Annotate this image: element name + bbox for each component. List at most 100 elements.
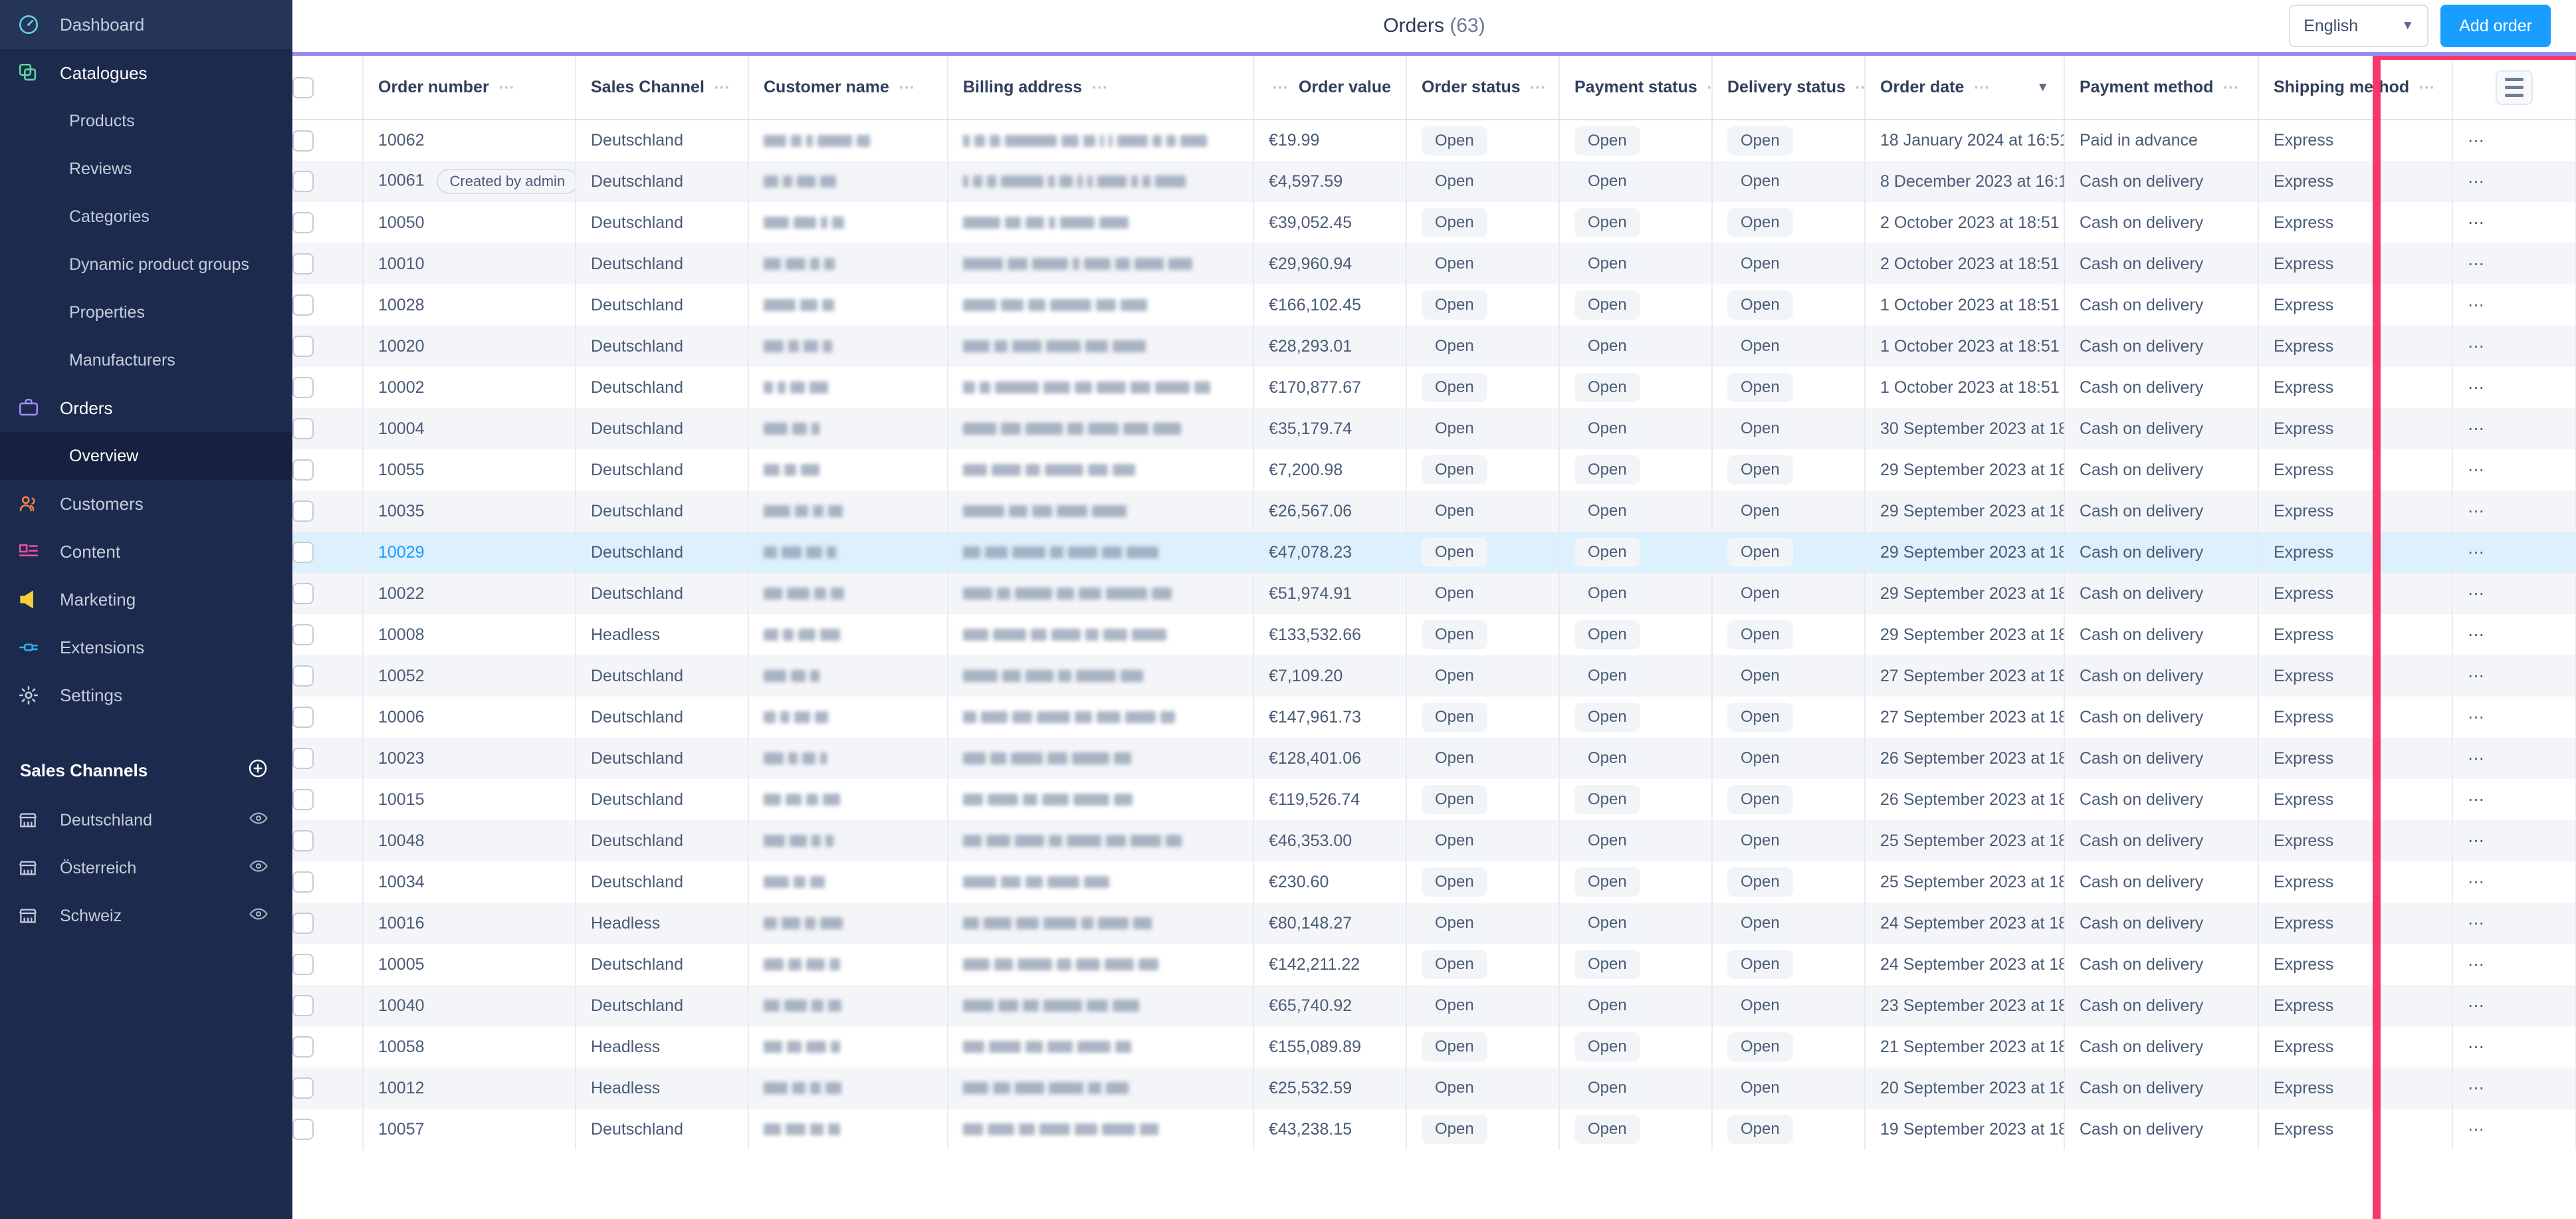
- cell-order-number[interactable]: 10012: [363, 1067, 576, 1109]
- table-row[interactable]: 10040 Deutschland €65,740.92 Open Open Open 23…: [292, 985, 2576, 1026]
- row-actions-button[interactable]: ⋯: [2452, 449, 2576, 491]
- table-row[interactable]: 10061 Created by admin Deutschland €4,597.5…: [292, 161, 2576, 202]
- row-checkbox[interactable]: [292, 871, 314, 893]
- ellipsis-icon[interactable]: ⋯: [2418, 79, 2436, 96]
- column-header-order-number[interactable]: Order number ⋯: [363, 56, 576, 120]
- row-actions-button[interactable]: ⋯: [2452, 903, 2576, 944]
- column-header-customer-name[interactable]: Customer name ⋯: [748, 56, 948, 120]
- row-actions-button[interactable]: ⋯: [2452, 820, 2576, 861]
- table-row[interactable]: 10057 Deutschland €43,238.15 Open Open Open 19…: [292, 1109, 2576, 1150]
- cell-order-number[interactable]: 10006: [363, 697, 576, 738]
- cell-order-number[interactable]: 10015: [363, 779, 576, 820]
- row-actions-button[interactable]: ⋯: [2452, 243, 2576, 284]
- table-row[interactable]: 10052 Deutschland €7,109.20 Open Open Open 27 …: [292, 655, 2576, 697]
- row-checkbox[interactable]: [292, 954, 314, 975]
- sales-channel-osterreich[interactable]: Österreich: [0, 844, 292, 892]
- row-checkbox[interactable]: [292, 748, 314, 769]
- cell-order-number[interactable]: 10048: [363, 820, 576, 861]
- row-actions-button[interactable]: ⋯: [2452, 944, 2576, 985]
- cell-order-number[interactable]: 10035: [363, 491, 576, 532]
- sidebar-item-extensions[interactable]: Extensions: [0, 623, 292, 671]
- cell-order-number[interactable]: 10004: [363, 408, 576, 449]
- sidebar-item-orders[interactable]: Orders: [0, 384, 292, 432]
- table-row[interactable]: 10002 Deutschland €170,877.67 Open Open Open 1…: [292, 367, 2576, 408]
- cell-order-number[interactable]: 10020: [363, 326, 576, 367]
- table-row[interactable]: 10005 Deutschland €142,211.22 Open Open Open 2…: [292, 944, 2576, 985]
- sidebar-item-catalogues[interactable]: Catalogues: [0, 49, 292, 97]
- sidebar-subitem-overview[interactable]: Overview: [0, 432, 292, 480]
- language-select[interactable]: English ▼: [2289, 5, 2429, 47]
- row-checkbox[interactable]: [292, 1119, 314, 1140]
- row-checkbox[interactable]: [292, 253, 314, 275]
- cell-order-number[interactable]: 10052: [363, 655, 576, 697]
- cell-order-number[interactable]: 10034: [363, 861, 576, 903]
- column-header-order-date[interactable]: Order date ⋯ ▼: [1865, 56, 2065, 120]
- column-header-payment-status[interactable]: Payment status ⋯: [1559, 56, 1713, 120]
- row-checkbox[interactable]: [292, 500, 314, 522]
- row-checkbox[interactable]: [292, 336, 314, 357]
- sidebar-subitem-reviews[interactable]: Reviews: [0, 145, 292, 193]
- row-actions-button[interactable]: ⋯: [2452, 1067, 2576, 1109]
- row-checkbox[interactable]: [292, 212, 314, 233]
- sort-chevron-down-icon[interactable]: ▼: [2036, 80, 2049, 95]
- cell-order-number[interactable]: 10005: [363, 944, 576, 985]
- row-checkbox[interactable]: [292, 913, 314, 934]
- cell-order-number[interactable]: 10028: [363, 284, 576, 326]
- cell-order-number[interactable]: 10010: [363, 243, 576, 284]
- row-checkbox[interactable]: [292, 624, 314, 645]
- row-checkbox[interactable]: [292, 665, 314, 687]
- cell-order-number[interactable]: 10008: [363, 614, 576, 655]
- row-actions-button[interactable]: ⋯: [2452, 573, 2576, 614]
- cell-order-number[interactable]: 10023: [363, 738, 576, 779]
- plus-circle-icon[interactable]: [247, 758, 268, 784]
- row-actions-button[interactable]: ⋯: [2452, 738, 2576, 779]
- table-row[interactable]: 10062 Deutschland €19.99 Open Open Open 18 Jan…: [292, 120, 2576, 161]
- ellipsis-icon[interactable]: ⋯: [899, 79, 916, 96]
- row-checkbox[interactable]: [292, 377, 314, 398]
- column-header-payment-method[interactable]: Payment method ⋯: [2064, 56, 2259, 120]
- row-checkbox[interactable]: [292, 542, 314, 563]
- sidebar-subitem-dynamic-product-groups[interactable]: Dynamic product groups: [0, 241, 292, 288]
- sidebar-subitem-products[interactable]: Products: [0, 97, 292, 145]
- table-row[interactable]: 10008 Headless €133,532.66 Open Open Open 29 S…: [292, 614, 2576, 655]
- ellipsis-icon[interactable]: ⋯: [1707, 79, 1711, 96]
- row-checkbox[interactable]: [292, 1077, 314, 1099]
- ellipsis-icon[interactable]: ⋯: [1272, 79, 1289, 96]
- row-checkbox[interactable]: [292, 294, 314, 316]
- cell-order-number[interactable]: 10050: [363, 202, 576, 243]
- ellipsis-icon[interactable]: ⋯: [1091, 79, 1109, 96]
- cell-order-number[interactable]: 10057: [363, 1109, 576, 1150]
- ellipsis-icon[interactable]: ⋯: [1530, 79, 1547, 96]
- cell-order-number[interactable]: 10061 Created by admin: [363, 161, 576, 202]
- row-checkbox[interactable]: [292, 459, 314, 481]
- ellipsis-icon[interactable]: ⋯: [498, 79, 516, 96]
- row-actions-button[interactable]: ⋯: [2452, 491, 2576, 532]
- row-actions-button[interactable]: ⋯: [2452, 120, 2576, 161]
- cell-order-number[interactable]: 10022: [363, 573, 576, 614]
- row-actions-button[interactable]: ⋯: [2452, 779, 2576, 820]
- table-row[interactable]: 10010 Deutschland €29,960.94 Open Open Open 2 …: [292, 243, 2576, 284]
- table-row[interactable]: 10004 Deutschland €35,179.74 Open Open Open 30…: [292, 408, 2576, 449]
- row-checkbox[interactable]: [292, 418, 314, 439]
- table-row[interactable]: 10012 Headless €25,532.59 Open Open Open 20 Se…: [292, 1067, 2576, 1109]
- eye-icon[interactable]: [249, 808, 268, 833]
- row-checkbox[interactable]: [292, 171, 314, 192]
- hamburger-icon[interactable]: [2496, 70, 2533, 105]
- ellipsis-icon[interactable]: ⋯: [714, 79, 731, 96]
- table-row[interactable]: 10055 Deutschland €7,200.98 Open Open Open 29 …: [292, 449, 2576, 491]
- table-row[interactable]: 10029 Deutschland €47,078.23 Open Open Open 29…: [292, 532, 2576, 573]
- row-checkbox[interactable]: [292, 1036, 314, 1057]
- sidebar-item-content[interactable]: Content: [0, 528, 292, 576]
- cell-order-number[interactable]: 10062: [363, 120, 576, 161]
- sidebar-subitem-categories[interactable]: Categories: [0, 193, 292, 241]
- table-row[interactable]: 10058 Headless €155,089.89 Open Open Open 21 S…: [292, 1026, 2576, 1067]
- cell-order-number[interactable]: 10058: [363, 1026, 576, 1067]
- table-row[interactable]: 10050 Deutschland €39,052.45 Open Open Open 2 …: [292, 202, 2576, 243]
- row-actions-button[interactable]: ⋯: [2452, 1109, 2576, 1150]
- ellipsis-icon[interactable]: ⋯: [1973, 79, 1990, 96]
- table-row[interactable]: 10023 Deutschland €128,401.06 Open Open Open 2…: [292, 738, 2576, 779]
- sales-channel-deutschland[interactable]: Deutschland: [0, 796, 292, 844]
- table-row[interactable]: 10020 Deutschland €28,293.01 Open Open Open 1 …: [292, 326, 2576, 367]
- row-actions-button[interactable]: ⋯: [2452, 284, 2576, 326]
- cell-order-number[interactable]: 10016: [363, 903, 576, 944]
